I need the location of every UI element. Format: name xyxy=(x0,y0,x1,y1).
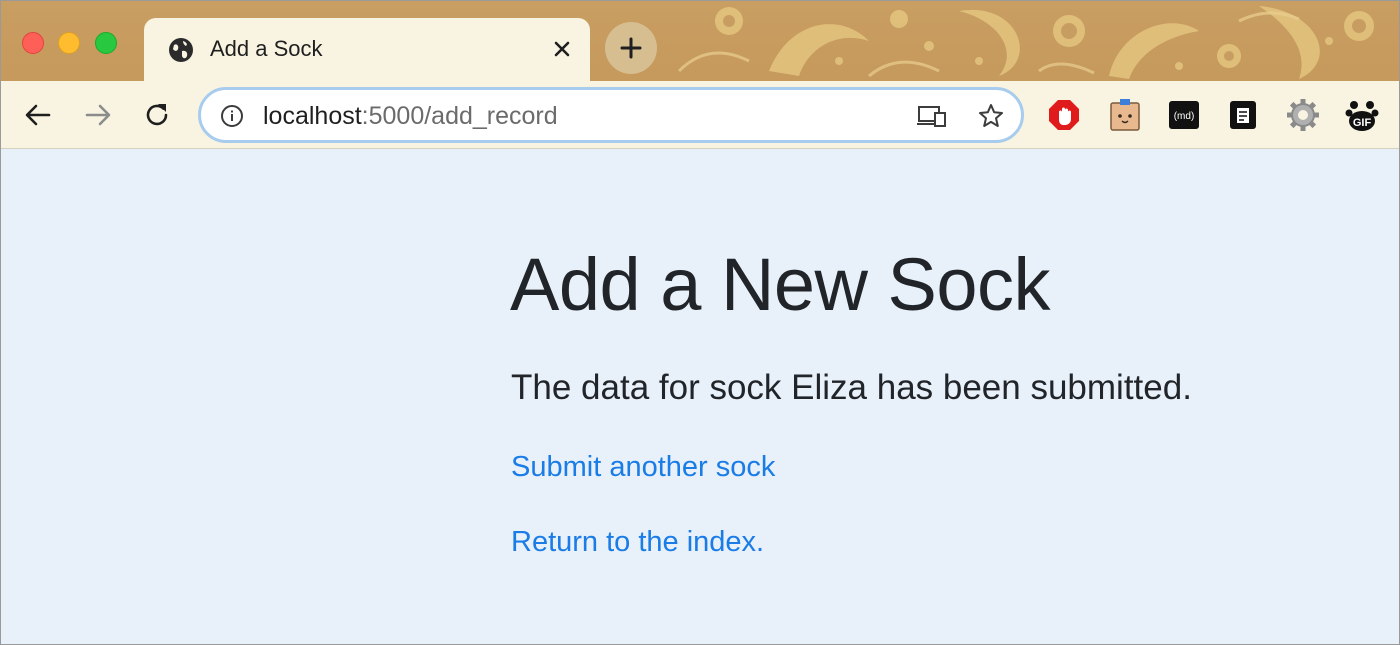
url-path: :5000/add_record xyxy=(361,102,558,130)
globe-icon xyxy=(169,38,193,62)
cast-icon[interactable] xyxy=(917,104,947,128)
page-content: Add a New Sock The data for sock Eliza h… xyxy=(1,150,1399,644)
info-icon[interactable] xyxy=(220,104,244,128)
maximize-window-button[interactable] xyxy=(95,32,117,54)
browser-toolbar: localhost:5000/add_record (md) GIF xyxy=(1,81,1399,149)
new-tab-button[interactable] xyxy=(605,22,657,74)
tab-strip: Add a Sock xyxy=(1,1,1399,81)
notes-icon[interactable] xyxy=(1226,98,1260,132)
page-title: Add a New Sock xyxy=(510,243,1051,326)
back-arrow-icon[interactable] xyxy=(22,99,54,131)
adblock-icon[interactable] xyxy=(1047,98,1081,132)
gear-icon[interactable] xyxy=(1286,98,1320,132)
extension-box-icon[interactable] xyxy=(1108,98,1142,132)
star-icon[interactable] xyxy=(977,102,1005,130)
tab-title: Add a Sock xyxy=(210,36,323,61)
forward-arrow-icon[interactable] xyxy=(82,99,114,131)
theme-decoration xyxy=(677,6,1374,79)
submission-message: The data for sock Eliza has been submitt… xyxy=(511,368,1192,407)
url-host: localhost xyxy=(263,102,362,130)
svg-text:GIF: GIF xyxy=(1353,117,1372,129)
svg-text:(md): (md) xyxy=(1174,111,1195,122)
submit-another-sock-link[interactable]: Submit another sock xyxy=(511,451,775,484)
return-to-index-link[interactable]: Return to the index. xyxy=(511,526,764,559)
close-icon[interactable] xyxy=(550,37,574,61)
url-text[interactable]: localhost:5000/add_record xyxy=(263,102,558,131)
minimize-window-button[interactable] xyxy=(58,32,80,54)
plus-icon xyxy=(620,37,642,59)
address-bar[interactable]: localhost:5000/add_record xyxy=(198,87,1024,143)
browser-window: Add a Sock localhost:5000/add_record (md… xyxy=(0,0,1400,645)
reload-icon[interactable] xyxy=(141,99,173,131)
gif-icon[interactable]: GIF xyxy=(1345,98,1379,132)
close-window-button[interactable] xyxy=(22,32,44,54)
markdown-icon[interactable]: (md) xyxy=(1167,98,1201,132)
tab-active[interactable]: Add a Sock xyxy=(144,18,590,81)
